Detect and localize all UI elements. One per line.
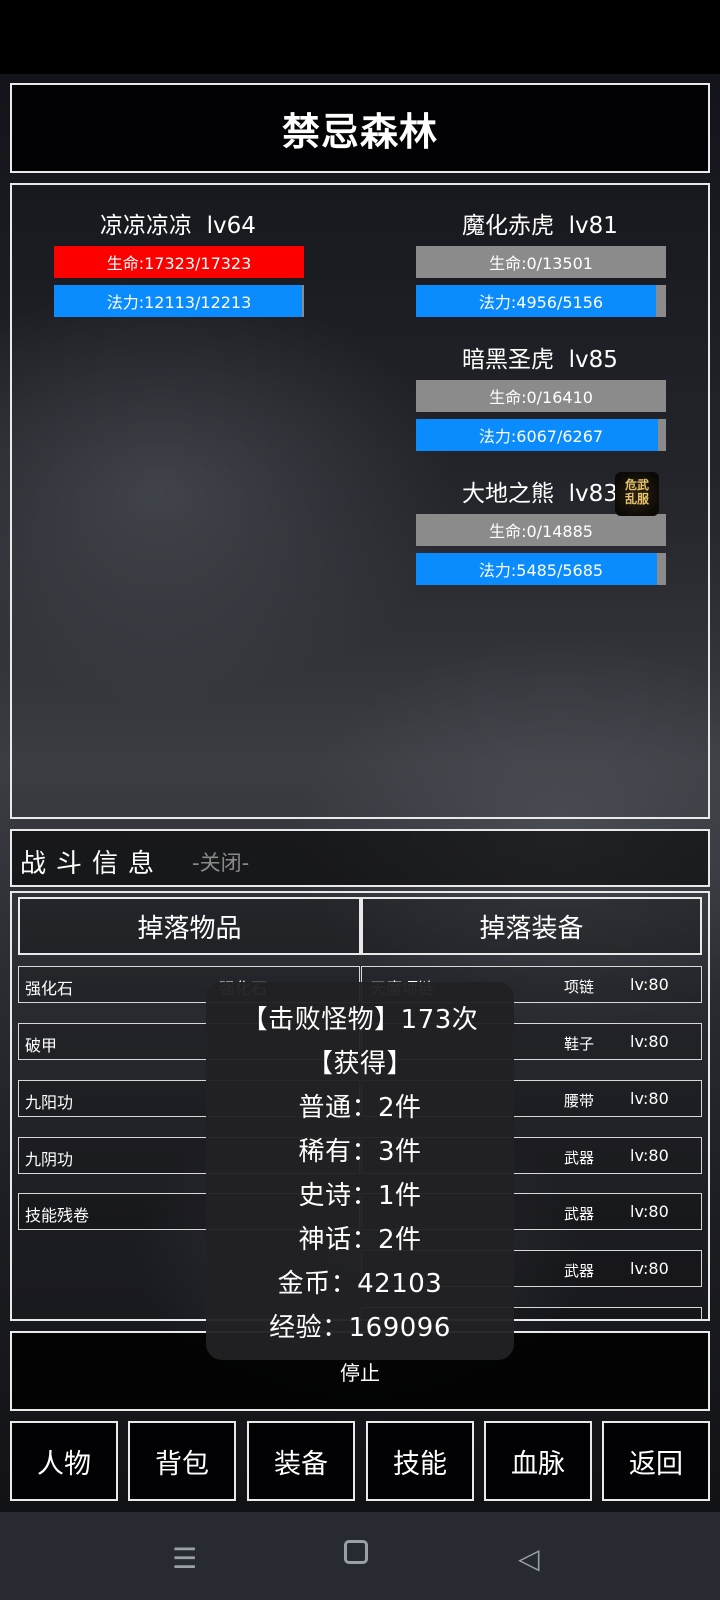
player-hp-bar: 生命:17323/17323 (54, 246, 304, 278)
equipment-level: lv:80 (630, 1146, 669, 1165)
nav-equipment-button[interactable]: 装备 (247, 1421, 355, 1501)
defeated-count: 【击败怪物】173次 (241, 1005, 479, 1035)
player-mp-text: 法力:12113/12213 (106, 293, 252, 312)
map-title: 禁忌森林 (281, 109, 438, 154)
player-name: 凉凉凉凉 (100, 213, 193, 239)
enemy-level: lv85 (568, 347, 618, 373)
gold-amount: 金币：42103 (277, 1269, 443, 1299)
nav-bag-button[interactable]: 背包 (128, 1421, 236, 1501)
equipment-level: lv:80 (630, 1259, 669, 1278)
player-level: lv64 (206, 213, 256, 239)
nav-return-button[interactable]: 返回 (602, 1421, 710, 1501)
enemy-mp-bar: 法力:5485/5685 (416, 553, 666, 585)
battle-info-header: 战斗信息 -关闭- (10, 829, 710, 887)
enemy-name-level: 魔化赤虎 lv81 (415, 206, 665, 240)
player-hp-text: 生命:17323/17323 (106, 254, 252, 273)
tab-drop-items[interactable]: 掉落物品 (18, 897, 361, 955)
enemy-hp-text: 生命:0/13501 (489, 254, 593, 273)
equipment-level: lv:80 (630, 1032, 669, 1051)
enemy-mp-text: 法力:4956/5156 (478, 293, 604, 312)
player-mp-bar: 法力:12113/12213 (54, 285, 304, 317)
home-square-icon[interactable] (344, 1540, 368, 1564)
drop-item-name: 强化石 (25, 979, 74, 998)
battle-result-popup: 【击败怪物】173次 【获得】 普通：2件 稀有：3件 史诗：1件 神话：2件 … (206, 982, 514, 1360)
game-seal-logo: 危武 乱服 (615, 472, 659, 516)
system-navigation-bar: ☰ ◁ (0, 1512, 720, 1600)
equipment-type: 武器 (564, 1149, 595, 1167)
equipment-type: 项链 (564, 978, 595, 996)
battle-info-label: 战斗信息 (20, 849, 165, 879)
equipment-level: lv:80 (630, 1089, 669, 1108)
drop-item-name: 破甲 (25, 1036, 58, 1055)
tab-drop-equipment[interactable]: 掉落装备 (361, 897, 702, 955)
battle-info-close-button[interactable]: -关闭- (192, 847, 249, 877)
equipment-type: 武器 (564, 1205, 595, 1223)
back-triangle-icon[interactable]: ◁ (518, 1542, 540, 1575)
exp-amount: 经验：169096 (269, 1313, 451, 1343)
enemy-hp-bar: 生命:0/14885 (416, 514, 666, 546)
obtained-heading: 【获得】 (306, 1049, 413, 1079)
enemy-name: 魔化赤虎 (462, 213, 555, 239)
player-name-level: 凉凉凉凉 lv64 (53, 206, 303, 240)
enemy-mp-bar: 法力:6067/6267 (416, 419, 666, 451)
enemy-hp-bar: 生命:0/16410 (416, 380, 666, 412)
epic-count: 史诗：1件 (298, 1181, 422, 1211)
enemy-mp-text: 法力:6067/6267 (478, 427, 604, 446)
stop-label: 停止 (340, 1360, 380, 1385)
drop-item-name: 技能残卷 (25, 1206, 90, 1225)
rare-count: 稀有：3件 (298, 1137, 422, 1167)
drop-item-name: 九阴功 (25, 1150, 74, 1169)
equipment-level: lv:80 (630, 975, 669, 994)
equipment-type: 鞋子 (564, 1035, 595, 1053)
nav-skills-button[interactable]: 技能 (366, 1421, 474, 1501)
enemy-level: lv81 (568, 213, 618, 239)
enemy-hp-text: 生命:0/14885 (489, 522, 593, 541)
enemy-level: lv83 (568, 481, 618, 507)
equipment-type: 腰带 (564, 1092, 595, 1110)
enemy-mp-text: 法力:5485/5685 (478, 561, 604, 580)
enemy-name: 大地之熊 (462, 481, 555, 507)
enemy-name-level: 暗黑圣虎 lv85 (415, 340, 665, 374)
enemy-hp-bar: 生命:0/13501 (416, 246, 666, 278)
enemy-hp-text: 生命:0/16410 (489, 388, 593, 407)
menu-icon[interactable]: ☰ (172, 1542, 197, 1575)
equipment-type: 武器 (564, 1262, 595, 1280)
status-bar (0, 0, 720, 74)
map-title-panel: 禁忌森林 (10, 83, 710, 173)
enemy-mp-bar: 法力:4956/5156 (416, 285, 666, 317)
equipment-level: lv:80 (630, 1202, 669, 1221)
normal-count: 普通：2件 (298, 1093, 422, 1123)
nav-bloodline-button[interactable]: 血脉 (484, 1421, 592, 1501)
drop-item-name: 九阳功 (25, 1093, 74, 1112)
myth-count: 神话：2件 (298, 1225, 422, 1255)
enemy-name: 暗黑圣虎 (462, 347, 555, 373)
nav-character-button[interactable]: 人物 (10, 1421, 118, 1501)
